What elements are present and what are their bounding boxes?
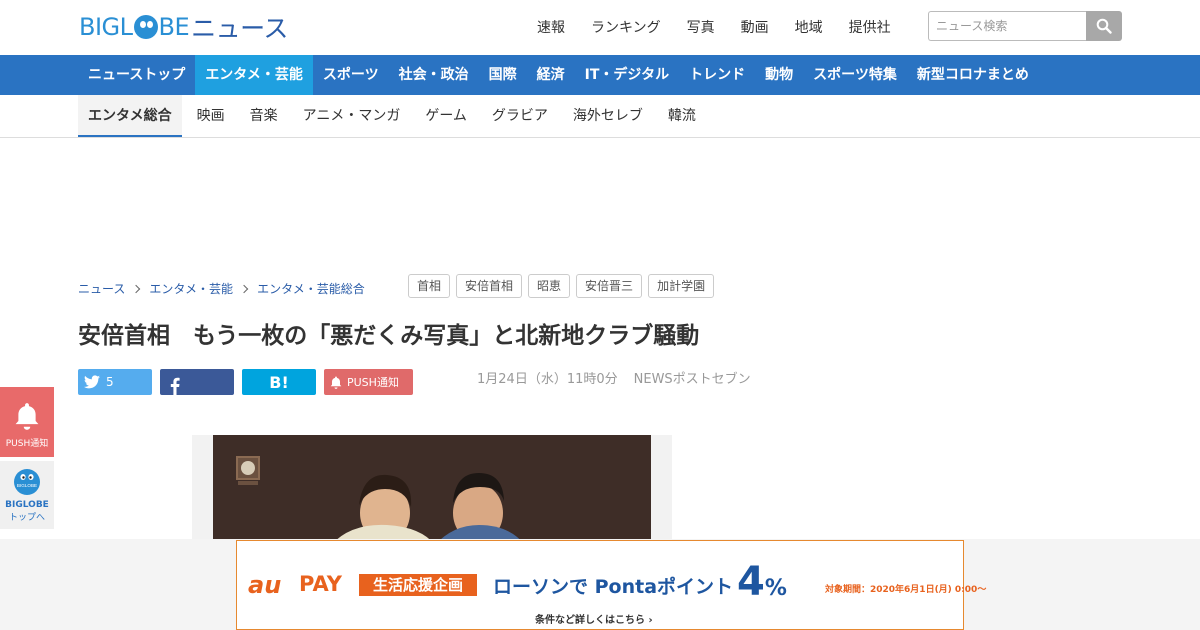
subnav-item-overseas-celeb[interactable]: 海外セレブ xyxy=(563,95,653,137)
ad-percent-sign: % xyxy=(764,576,787,601)
top-link-provider[interactable]: 提供社 xyxy=(849,17,891,37)
search-button[interactable] xyxy=(1086,11,1122,41)
subnav-item-korean[interactable]: 韓流 xyxy=(658,95,706,137)
search-icon xyxy=(1096,18,1112,34)
breadcrumb-entame[interactable]: エンタメ・芸能 xyxy=(149,280,233,297)
biglobe-top-label: トップへ xyxy=(8,513,45,523)
nav-item-it-digital[interactable]: IT・デジタル xyxy=(575,55,679,95)
chevron-right-icon xyxy=(239,284,249,293)
article-photo-frame xyxy=(192,435,672,545)
floating-push-button[interactable]: PUSH通知 xyxy=(0,387,54,457)
subnav-item-anime-manga[interactable]: アニメ・マンガ xyxy=(293,95,411,137)
search-input[interactable] xyxy=(928,11,1086,41)
nav-item-economy[interactable]: 経済 xyxy=(527,55,575,95)
twitter-count: 5 xyxy=(106,375,114,389)
ad-plan-badge: 生活応援企画 xyxy=(359,574,477,596)
article-title: 安倍首相 もう一枚の「悪だくみ写真」と北新地クラブ騒動 xyxy=(78,323,700,349)
bell-icon xyxy=(15,403,39,430)
article-photo[interactable] xyxy=(213,435,651,545)
biglobe-top-brand: BIGLOBE xyxy=(5,500,49,510)
nav-item-corona[interactable]: 新型コロナまとめ xyxy=(907,55,1039,95)
twitter-share-button[interactable]: 5 xyxy=(78,369,152,395)
article-date: 1月24日（水）11時0分 xyxy=(477,372,618,387)
push-notify-button[interactable]: PUSH通知 xyxy=(324,369,413,395)
push-label: PUSH通知 xyxy=(347,376,399,389)
mascot-logo-text: BIGLOBE xyxy=(17,483,37,488)
ad-percent: 4% xyxy=(737,559,787,605)
main-nav: ニューストップ エンタメ・芸能 スポーツ 社会・政治 国際 経済 IT・デジタル… xyxy=(0,55,1200,95)
logo-mascot-icon xyxy=(133,15,158,39)
subnav-item-music[interactable]: 音楽 xyxy=(240,95,288,137)
top-links: 速報 ランキング 写真 動画 地域 提供社 xyxy=(537,17,891,37)
article-source[interactable]: NEWSポストセブン xyxy=(634,372,751,387)
nav-item-animals[interactable]: 動物 xyxy=(755,55,803,95)
breadcrumb-entame-all[interactable]: エンタメ・芸能総合 xyxy=(257,280,365,297)
tag-item[interactable]: 昭恵 xyxy=(528,274,571,298)
nav-item-sports-special[interactable]: スポーツ特集 xyxy=(803,55,907,95)
biglobe-mascot-icon: BIGLOBE xyxy=(14,469,40,495)
nav-item-international[interactable]: 国際 xyxy=(479,55,527,95)
article-meta: 1月24日（水）11時0分 NEWSポストセブン xyxy=(477,368,751,387)
nav-item-trend[interactable]: トレンド xyxy=(679,55,755,95)
site-header: BIGL BE ニュース 速報 ランキング 写真 動画 地域 提供社 xyxy=(0,0,1200,55)
biglobe-news-logo[interactable]: BIGL BE ニュース xyxy=(79,12,288,43)
top-link-sokuho[interactable]: 速報 xyxy=(537,17,565,37)
subnav-item-gravure[interactable]: グラビア xyxy=(482,95,558,137)
photo-illustration xyxy=(213,435,651,545)
subnav-item-game[interactable]: ゲーム xyxy=(415,95,477,137)
facebook-icon xyxy=(170,377,180,395)
nav-item-society[interactable]: 社会・政治 xyxy=(389,55,479,95)
tag-item[interactable]: 安倍首相 xyxy=(456,274,523,298)
top-link-video[interactable]: 動画 xyxy=(741,17,769,37)
tag-item[interactable]: 安倍晋三 xyxy=(576,274,643,298)
biglobe-top-button[interactable]: BIGLOBE BIGLOBE トップへ xyxy=(0,461,54,529)
facebook-share-button[interactable] xyxy=(160,369,234,395)
subnav-item-movie[interactable]: 映画 xyxy=(187,95,235,137)
search-box xyxy=(928,11,1122,41)
nav-item-entame[interactable]: エンタメ・芸能 xyxy=(195,55,313,95)
au-pay-banner-ad[interactable]: au PAY 生活応援企画 ローソンで Pontaポイント 4% 対象期間：20… xyxy=(236,540,986,630)
top-link-region[interactable]: 地域 xyxy=(795,17,823,37)
subnav-item-entame-all[interactable]: エンタメ総合 xyxy=(78,95,182,137)
ad-lawson-text: ローソンで Pontaポイント xyxy=(493,576,734,598)
nav-item-news-top[interactable]: ニューストップ xyxy=(78,55,195,95)
bell-icon xyxy=(330,376,342,389)
floating-push-label: PUSH通知 xyxy=(5,439,49,449)
tag-list: 首相 安倍首相 昭恵 安倍晋三 加計学園 xyxy=(408,274,715,298)
ad-detail-link[interactable]: 条件など詳しくはこちら › xyxy=(535,611,653,626)
nav-item-sports[interactable]: スポーツ xyxy=(313,55,389,95)
tag-item[interactable]: 首相 xyxy=(408,274,451,298)
share-bar: 5 B! PUSH通知 xyxy=(78,369,413,395)
sub-nav: エンタメ総合 映画 音楽 アニメ・マンガ ゲーム グラビア 海外セレブ 韓流 xyxy=(0,95,1200,138)
chevron-right-icon xyxy=(132,284,141,293)
twitter-icon xyxy=(84,375,100,389)
top-link-photo[interactable]: 写真 xyxy=(687,17,715,37)
breadcrumb: ニュース エンタメ・芸能 エンタメ・芸能総合 xyxy=(78,280,365,297)
logo-brand: BIGL xyxy=(79,13,133,41)
ad-period: 対象期間：2020年6月1日(月) 0:00〜 xyxy=(825,585,987,595)
breadcrumb-news[interactable]: ニュース xyxy=(78,280,125,297)
hatena-bookmark-button[interactable]: B! xyxy=(242,369,316,395)
logo-news: ニュース xyxy=(191,14,288,43)
ad-percent-value: 4 xyxy=(737,559,765,605)
top-link-ranking[interactable]: ランキング xyxy=(591,17,661,37)
logo-brand-end: BE xyxy=(158,13,190,41)
ad-au-logo: au xyxy=(248,571,282,599)
ad-pay-text: PAY xyxy=(299,572,342,596)
tag-item[interactable]: 加計学園 xyxy=(648,274,715,298)
